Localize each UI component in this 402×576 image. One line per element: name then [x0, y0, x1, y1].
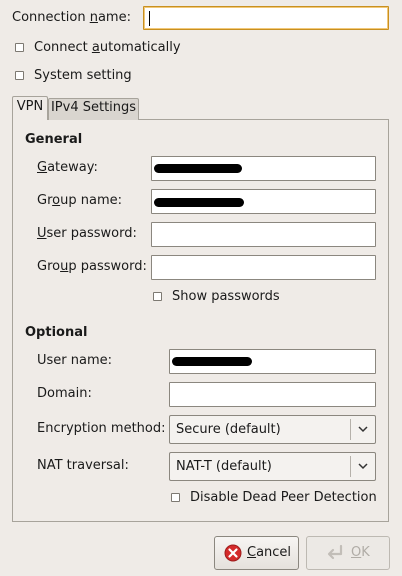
combo-separator [350, 456, 351, 477]
return-arrow-icon [327, 544, 343, 560]
chevron-down-icon [358, 463, 368, 470]
disable-dpd-label[interactable]: Disable Dead Peer Detection [190, 490, 377, 506]
encryption-method-value: Secure (default) [176, 422, 281, 437]
system-setting-checkbox[interactable] [15, 71, 24, 80]
tab-vpn[interactable]: VPN [12, 96, 48, 120]
group-name-label: Group name: [37, 193, 122, 208]
domain-label: Domain: [37, 386, 92, 401]
gateway-input[interactable] [151, 156, 376, 181]
show-passwords-label[interactable]: Show passwords [172, 289, 280, 305]
tab-ipv4-settings[interactable]: IPv4 Settings [48, 98, 139, 120]
user-password-input[interactable] [151, 222, 376, 247]
cancel-button-label: Cancel [247, 545, 292, 560]
optional-heading: Optional [25, 325, 88, 340]
combo-separator [350, 419, 351, 440]
connection-name-label: Connection name: [12, 10, 131, 25]
cancel-icon [224, 544, 242, 562]
ok-button-label: OK [351, 545, 370, 560]
text-cursor [149, 11, 150, 26]
encryption-method-label: Encryption method: [37, 421, 166, 436]
system-setting-label[interactable]: System setting [34, 68, 132, 84]
user-name-label: User name: [37, 353, 113, 368]
connect-automatically-checkbox[interactable] [15, 43, 24, 52]
redaction-mark [172, 357, 252, 366]
disable-dpd-checkbox[interactable] [171, 493, 180, 502]
group-password-label: Group password: [37, 259, 147, 274]
domain-input[interactable] [169, 382, 376, 407]
nat-traversal-select[interactable]: NAT-T (default) [169, 452, 376, 481]
chevron-down-icon [358, 426, 368, 433]
show-passwords-checkbox[interactable] [153, 292, 162, 301]
redaction-mark [154, 164, 242, 173]
group-password-input[interactable] [151, 255, 376, 280]
user-password-label: User password: [37, 226, 137, 241]
ok-button[interactable]: OK [306, 536, 390, 570]
nat-traversal-label: NAT traversal: [37, 458, 129, 473]
group-name-input[interactable] [151, 189, 376, 214]
connect-automatically-label[interactable]: Connect automatically [34, 40, 181, 56]
connection-name-input[interactable] [143, 6, 389, 30]
general-heading: General [25, 132, 83, 147]
encryption-method-select[interactable]: Secure (default) [169, 415, 376, 444]
redaction-mark [154, 198, 244, 207]
user-name-input[interactable] [169, 349, 376, 374]
nat-traversal-value: NAT-T (default) [176, 459, 272, 474]
gateway-label: Gateway: [37, 160, 98, 175]
cancel-button[interactable]: Cancel [214, 536, 299, 570]
